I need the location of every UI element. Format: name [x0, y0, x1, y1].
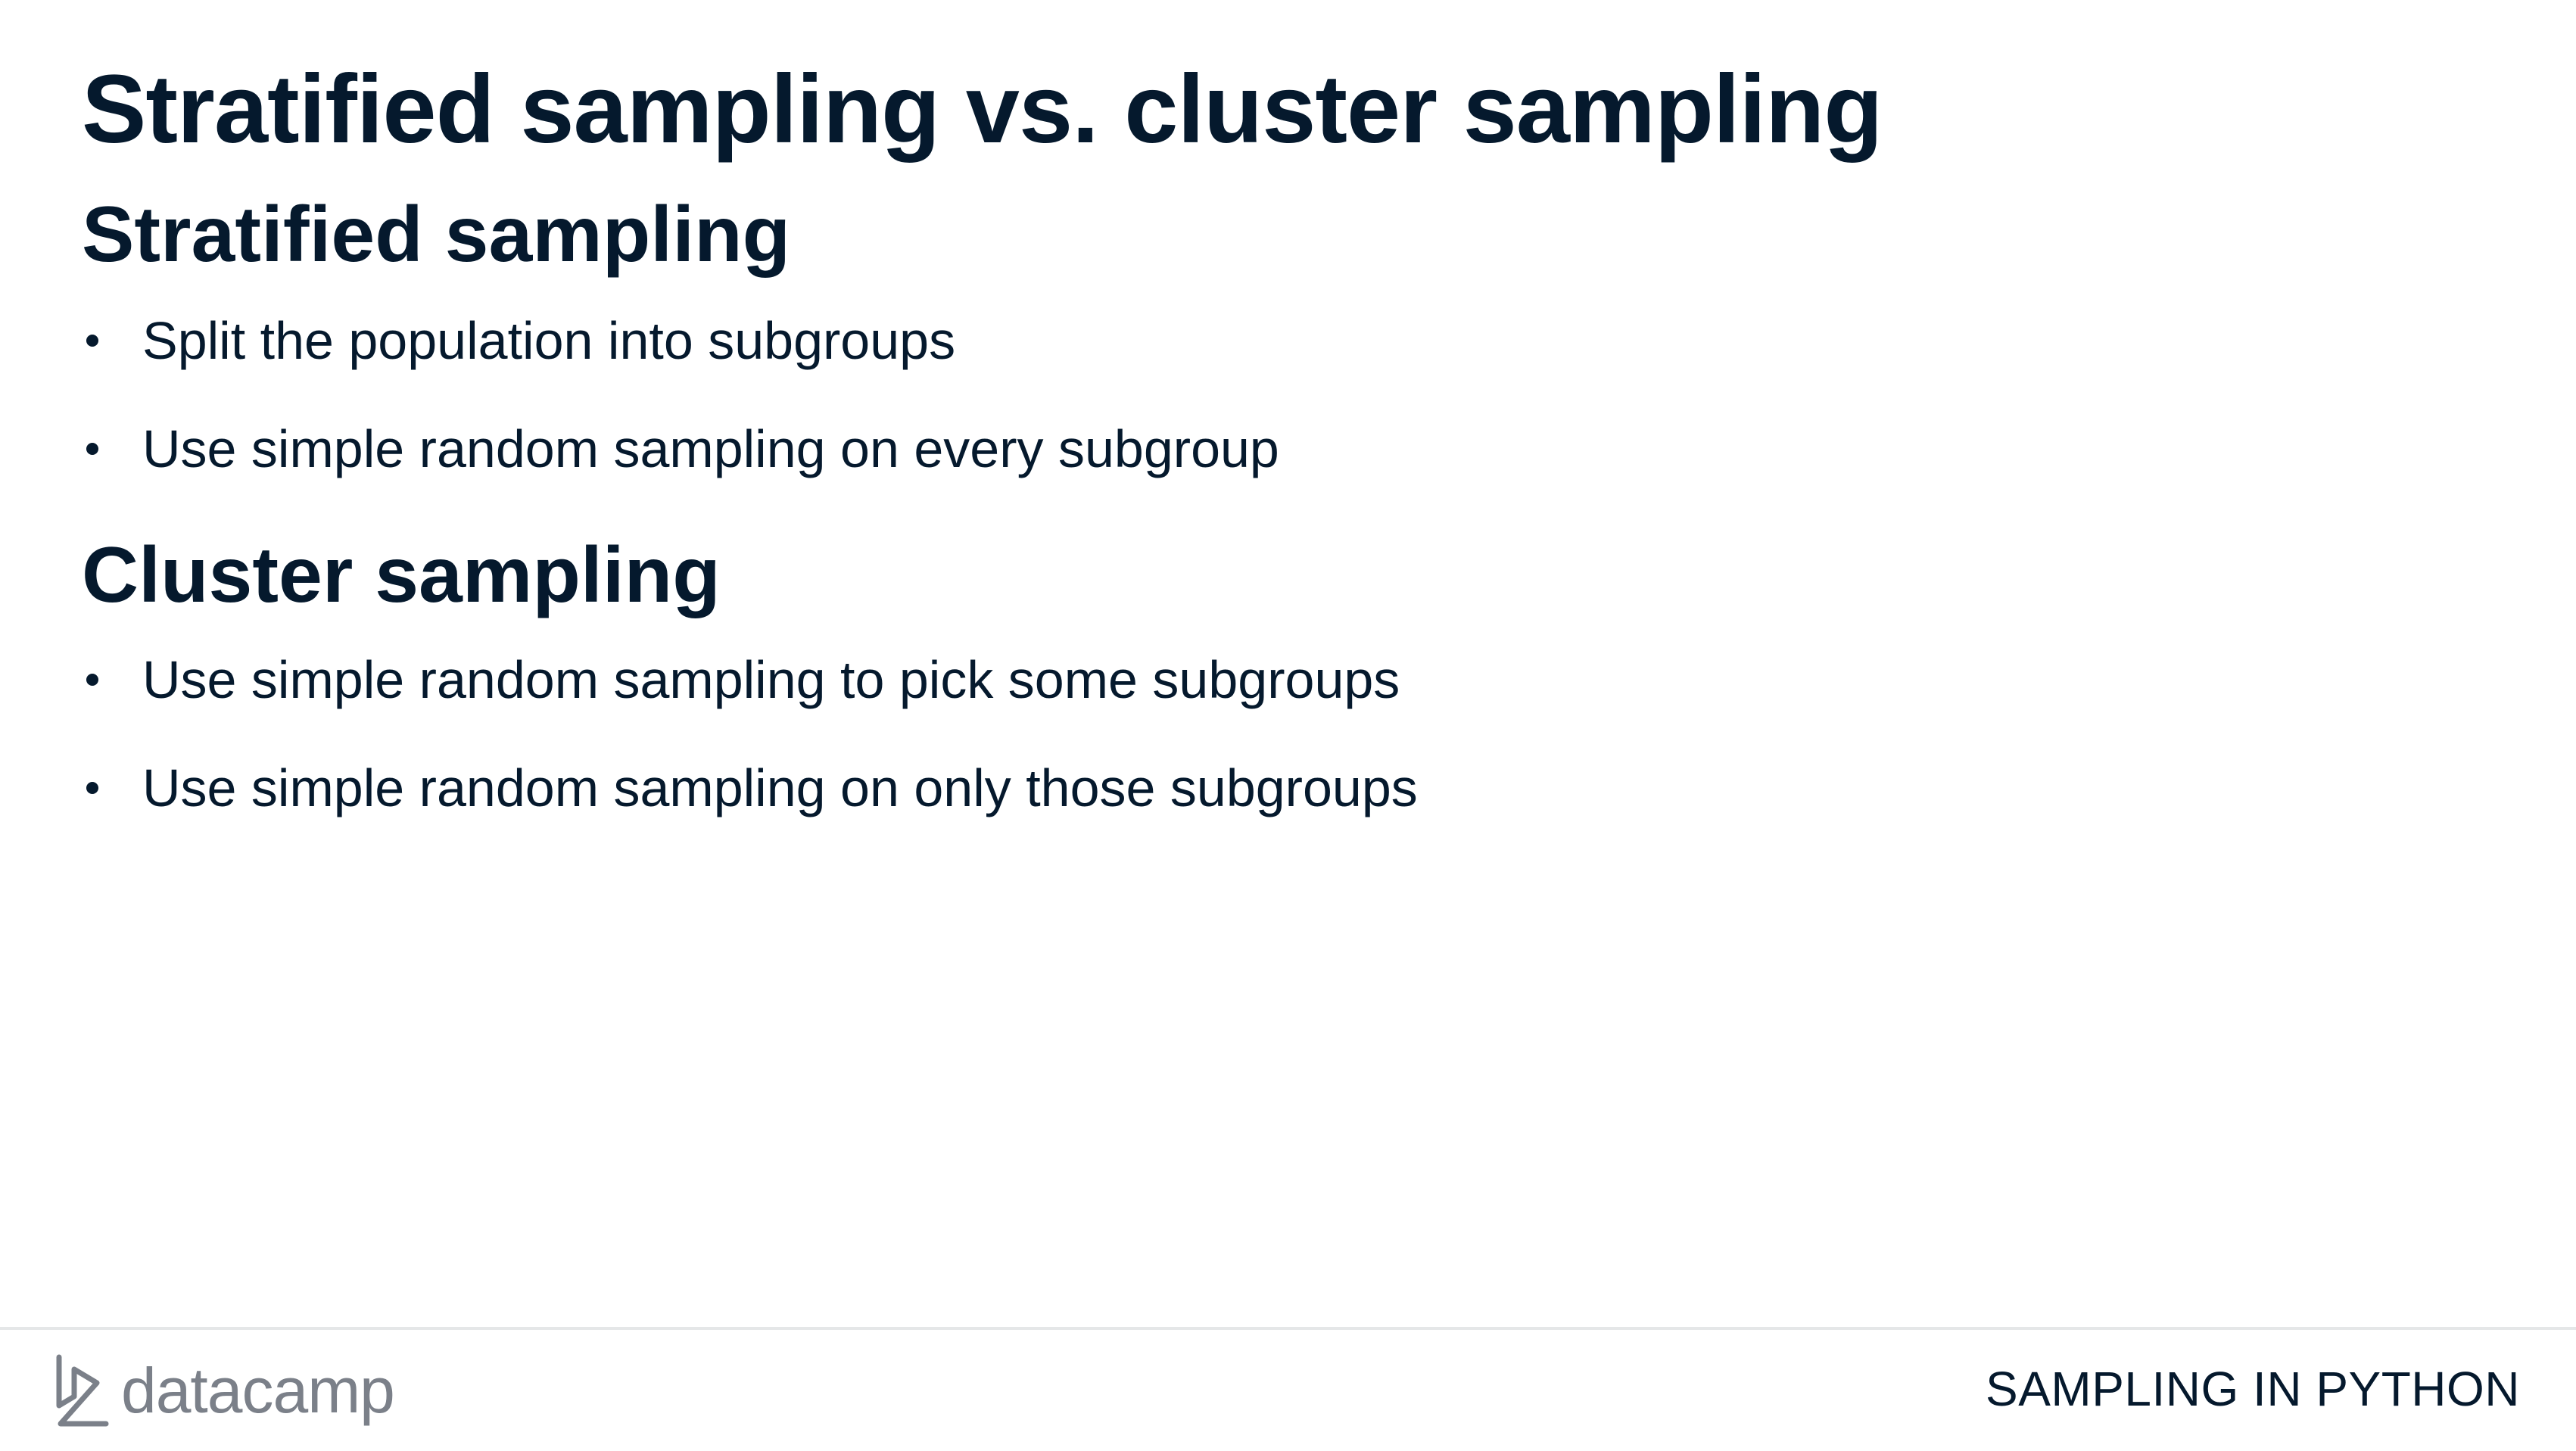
bullet-icon	[86, 674, 98, 686]
datacamp-logo-icon	[56, 1354, 109, 1427]
cluster-bullet-list: Use simple random sampling to pick some …	[82, 648, 1418, 820]
course-label: SAMPLING IN PYTHON	[1986, 1362, 2520, 1416]
bullet-text: Use simple random sampling on every subg…	[142, 419, 1279, 478]
bullet-icon	[86, 443, 98, 455]
list-item: Use simple random sampling on every subg…	[82, 417, 1279, 481]
bullet-icon	[86, 782, 98, 794]
bullet-icon	[86, 335, 98, 347]
slide: Stratified sampling vs. cluster sampling…	[0, 0, 2576, 1451]
slide-title: Stratified sampling vs. cluster sampling	[82, 55, 1883, 163]
stratified-bullet-list: Split the population into subgroups Use …	[82, 309, 1279, 481]
datacamp-logo: datacamp	[53, 1349, 395, 1432]
bullet-text: Use simple random sampling on only those…	[142, 758, 1418, 817]
footer-divider	[0, 1327, 2576, 1330]
logo-text: datacamp	[121, 1355, 395, 1426]
list-item: Use simple random sampling on only those…	[82, 756, 1418, 820]
section-heading-stratified: Stratified sampling	[82, 191, 791, 279]
bullet-text: Use simple random sampling to pick some …	[142, 650, 1400, 709]
section-heading-cluster: Cluster sampling	[82, 531, 721, 619]
bullet-text: Split the population into subgroups	[142, 311, 956, 370]
list-item: Use simple random sampling to pick some …	[82, 648, 1418, 711]
list-item: Split the population into subgroups	[82, 309, 1279, 372]
